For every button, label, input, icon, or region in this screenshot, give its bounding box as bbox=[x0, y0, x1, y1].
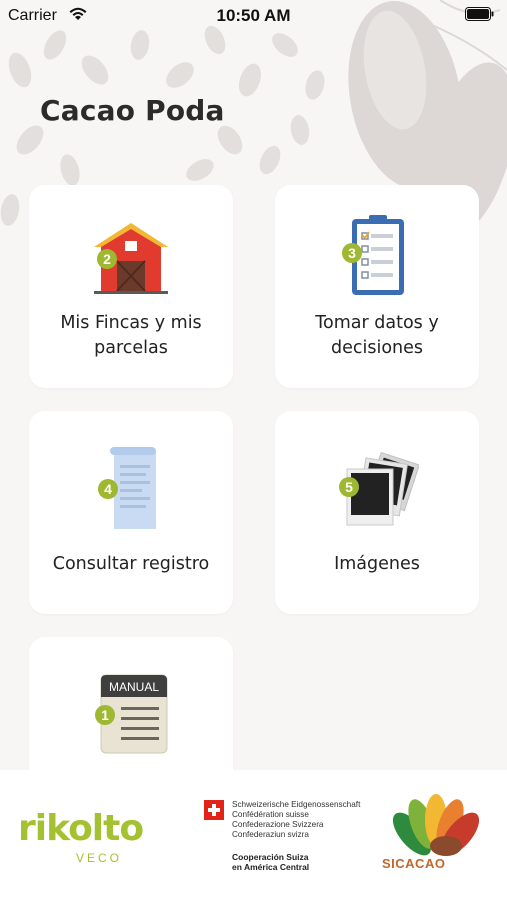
menu-badge: 4 bbox=[104, 481, 112, 497]
swiss-flag-icon bbox=[204, 800, 224, 820]
menu-card-consultar-registro[interactable]: 4 Consultar registro bbox=[29, 411, 233, 614]
menu-card-label: Tomar datos y decisiones bbox=[315, 313, 439, 358]
menu-badge: 1 bbox=[101, 707, 109, 723]
menu-card-label: Imágenes bbox=[334, 554, 420, 574]
rikolto-logo: rikolto bbox=[18, 808, 144, 849]
clipboard-checklist-icon: 3 bbox=[342, 215, 404, 295]
menu-badge: 3 bbox=[348, 245, 356, 261]
menu-card-label: Mis Fincas y mis parcelas bbox=[60, 313, 202, 358]
swiss-cooperation-text: Cooperación Suiza en América Central bbox=[232, 852, 310, 872]
page-title: Cacao Poda bbox=[40, 94, 225, 127]
menu-card-label: Consultar registro bbox=[52, 554, 210, 574]
document-scroll-icon: 4 bbox=[98, 447, 156, 529]
photos-icon: 5 bbox=[339, 451, 419, 526]
menu-badge: 5 bbox=[345, 479, 353, 495]
menu-card-imagenes[interactable]: 5 Imágenes bbox=[275, 411, 479, 614]
sicacao-logo-text: SICACAO bbox=[382, 856, 446, 871]
battery-icon bbox=[465, 7, 495, 27]
menu-card-tomar-datos[interactable]: 3 Tomar datos y decisiones bbox=[275, 185, 479, 388]
menu-badge: 2 bbox=[103, 251, 111, 267]
status-bar: Carrier 10:50 AM bbox=[0, 0, 507, 32]
menu-card-mis-fincas[interactable]: 2 Mis Fincas y mis parcelas bbox=[29, 185, 233, 388]
barn-icon: 2 bbox=[94, 223, 168, 294]
manual-title: MANUAL bbox=[109, 680, 159, 694]
swiss-confederation-text: Schweizerische Eidgenossenschaft Confédé… bbox=[232, 800, 361, 839]
veco-label: VECO bbox=[76, 851, 123, 865]
clock-time: 10:50 AM bbox=[216, 6, 291, 25]
manual-icon: MANUAL 1 bbox=[95, 674, 168, 754]
